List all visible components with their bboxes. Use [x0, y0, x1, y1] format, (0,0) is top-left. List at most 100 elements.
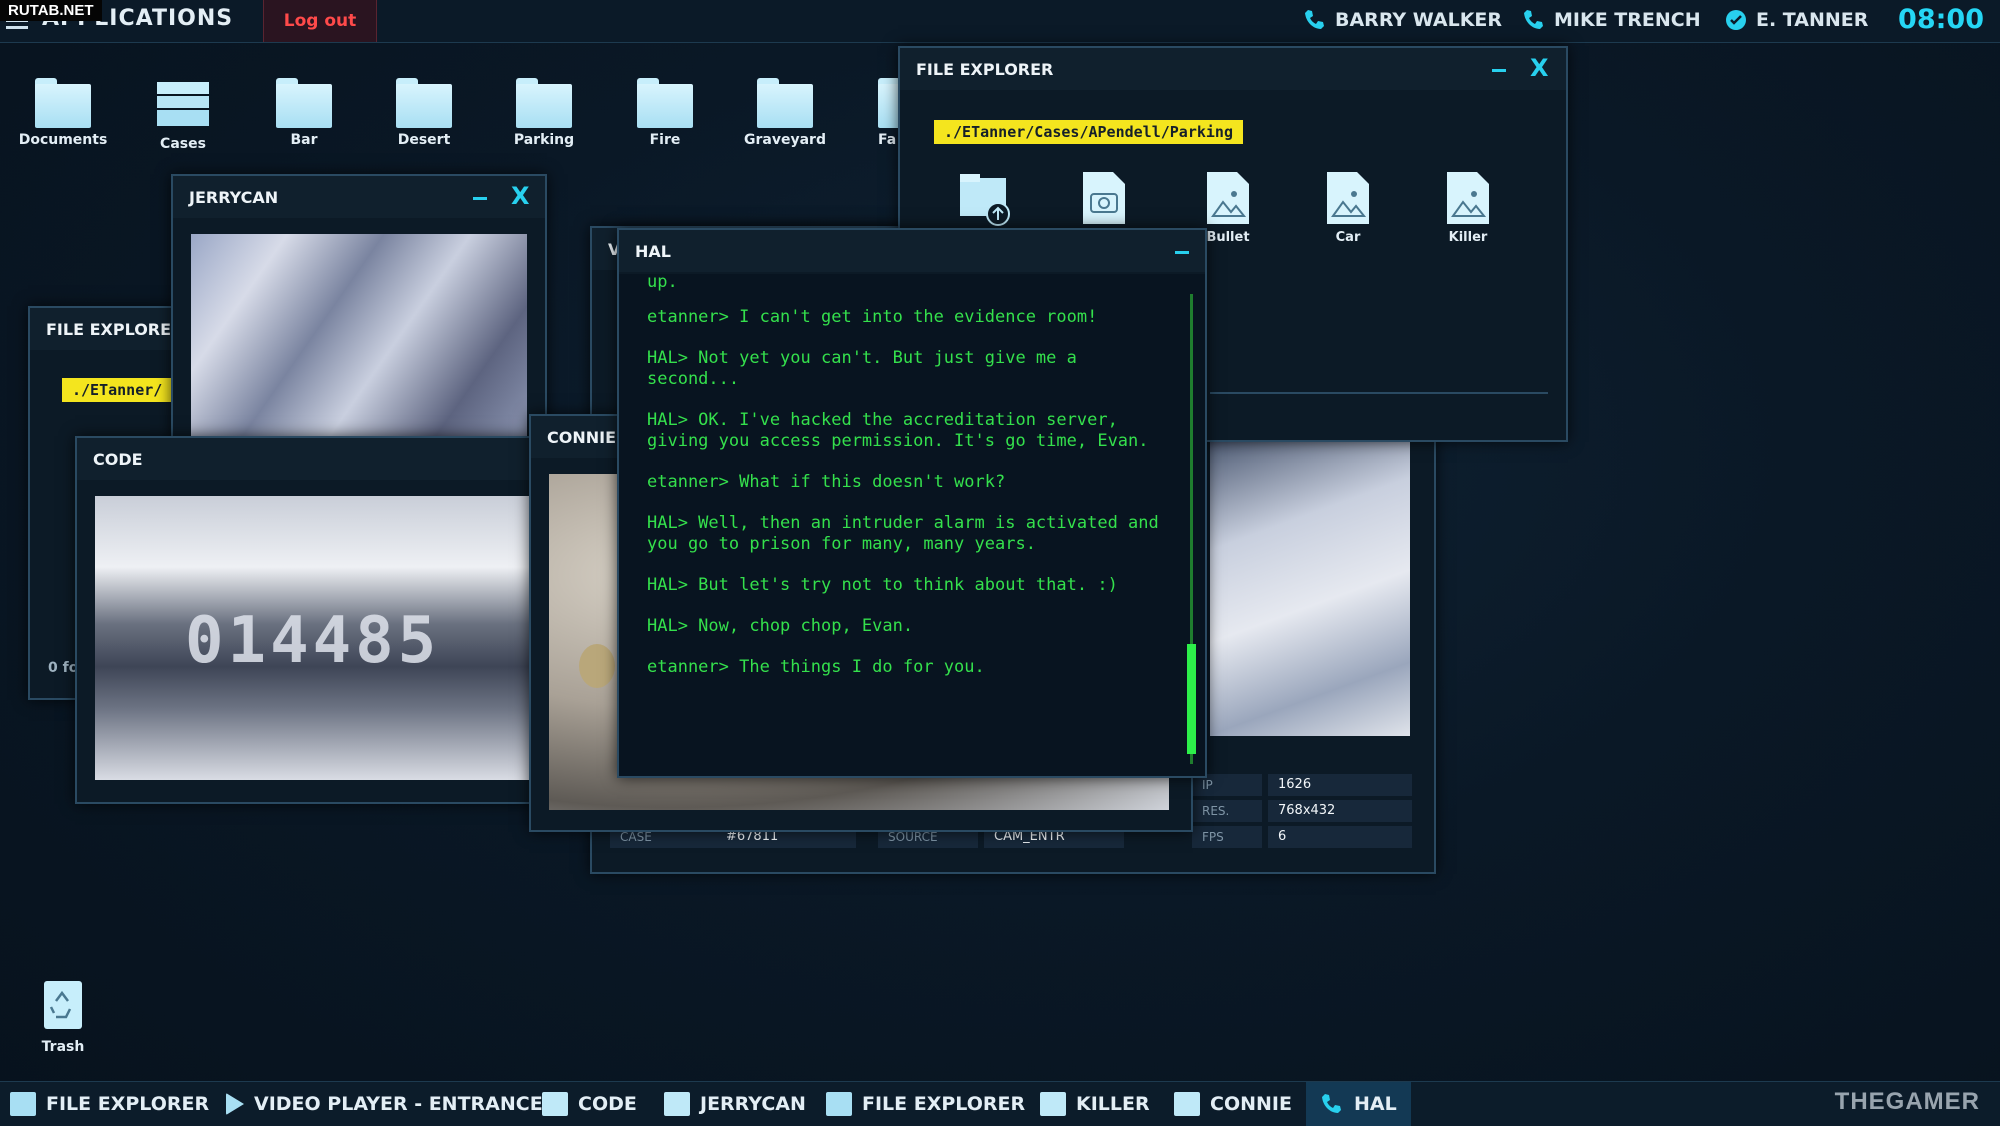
- icon-label: Bar: [290, 132, 318, 148]
- image-file-icon: [1447, 172, 1489, 224]
- task-code[interactable]: CODE: [542, 1082, 637, 1126]
- terminal-line: HAL> OK. I've hacked the accreditation s…: [647, 410, 1149, 451]
- terminal-log: up. etanner> I can't get into the eviden…: [647, 272, 1169, 698]
- terminal-line: HAL> Not yet you can't. But just give me…: [647, 348, 1088, 389]
- desktop-icon-cases[interactable]: Cases: [128, 78, 238, 152]
- brand-watermark: THEGAMER: [1834, 1088, 1980, 1115]
- file-label: Car: [1335, 230, 1361, 245]
- window-title: HAL: [635, 241, 671, 261]
- trash-recycle-icon: [44, 981, 82, 1029]
- image-icon: [1040, 1092, 1066, 1116]
- window-titlebar[interactable]: JERRYCAN X: [173, 176, 545, 218]
- window-title: CONNIE: [547, 427, 617, 447]
- desktop-icon-graveyard[interactable]: Graveyard: [730, 78, 840, 148]
- jerrycan-window[interactable]: JERRYCAN X: [171, 174, 547, 448]
- logout-button[interactable]: Log out: [263, 0, 377, 42]
- task-label: CONNIE: [1210, 1093, 1292, 1115]
- info-label-fps: FPS: [1192, 826, 1262, 848]
- window-titlebar[interactable]: FILE EXPLORER: [30, 308, 190, 350]
- minimize-button[interactable]: [1492, 69, 1506, 72]
- cases-drawer-icon: [157, 82, 209, 126]
- icon-label: Parking: [513, 132, 575, 148]
- camera-file-item[interactable]: [1076, 170, 1132, 230]
- desktop-icon-desert[interactable]: Desert: [369, 78, 479, 148]
- window-titlebar[interactable]: HAL: [619, 230, 1205, 272]
- image-file-icon: [1207, 172, 1249, 224]
- clock: 08:00: [1898, 4, 1984, 35]
- close-button[interactable]: X: [1530, 54, 1549, 82]
- folder-icon: [878, 78, 898, 128]
- plate-text: 014485: [185, 604, 441, 678]
- icon-label: Fa: [878, 132, 897, 148]
- task-hal[interactable]: HAL: [1306, 1082, 1411, 1126]
- terminal-line: etanner> The things I do for you.: [647, 657, 985, 677]
- desktop-icon-partial[interactable]: Fa: [848, 78, 898, 148]
- file-item-car[interactable]: Car: [1310, 170, 1386, 245]
- path-bar[interactable]: ./ETanner/: [62, 378, 173, 402]
- play-icon: [226, 1093, 244, 1115]
- icon-label: Desert: [397, 132, 451, 148]
- folder-icon: [516, 78, 572, 128]
- info-value-ip: 1626: [1268, 774, 1412, 796]
- file-item-killer[interactable]: Killer: [1430, 170, 1506, 245]
- terminal-body[interactable]: up. etanner> I can't get into the eviden…: [619, 272, 1205, 776]
- icon-label: Fire: [649, 132, 681, 148]
- task-label: VIDEO PLAYER - ENTRANCE: [254, 1093, 543, 1115]
- task-video-player-entrance[interactable]: VIDEO PLAYER - ENTRANCE: [226, 1082, 543, 1126]
- upload-folder-item[interactable]: [956, 170, 1012, 230]
- folder-icon: [276, 78, 332, 128]
- documents-folder-icon: [35, 78, 91, 128]
- window-titlebar[interactable]: CODE: [77, 438, 537, 480]
- watermark: RUTAB.NET: [0, 0, 102, 21]
- scrollbar-thumb[interactable]: [1187, 644, 1196, 754]
- folder-upload-icon: [960, 174, 1010, 226]
- file-label: Killer: [1448, 230, 1488, 245]
- minimize-button[interactable]: [1175, 251, 1189, 254]
- task-label: FILE EXPLORER: [862, 1093, 1026, 1115]
- user-e-tanner[interactable]: E. TANNER: [1724, 8, 1868, 32]
- phone-icon: [1524, 10, 1543, 29]
- user-name: E. TANNER: [1756, 9, 1869, 31]
- close-button[interactable]: X: [511, 182, 530, 210]
- icon-label: Graveyard: [744, 132, 826, 148]
- terminal-line: HAL> Well, then an intruder alarm is act…: [647, 513, 1169, 554]
- desktop-icon-documents[interactable]: Documents: [8, 78, 118, 148]
- code-window[interactable]: CODE 014485: [75, 436, 539, 804]
- desktop-icon-fire[interactable]: Fire: [610, 78, 720, 148]
- phone-icon: [1322, 1094, 1341, 1113]
- task-jerrycan[interactable]: JERRYCAN: [664, 1082, 806, 1126]
- contact-mike-trench[interactable]: MIKE TRENCH: [1522, 8, 1701, 32]
- folder-icon: [396, 78, 452, 128]
- task-label: FILE EXPLORER: [46, 1093, 210, 1115]
- contact-barry-walker[interactable]: BARRY WALKER: [1303, 8, 1502, 32]
- terminal-line: etanner> What if this doesn't work?: [647, 472, 1006, 492]
- ring-detail: [579, 644, 615, 688]
- desktop-icon-parking[interactable]: Parking: [489, 78, 599, 148]
- desktop-icon-trash[interactable]: Trash: [8, 975, 118, 1055]
- task-file-explorer-2[interactable]: FILE EXPLORER: [826, 1082, 1025, 1126]
- video-frame: [1210, 440, 1410, 736]
- window-title: FILE EXPLORER: [916, 59, 1054, 79]
- task-killer[interactable]: KILLER: [1040, 1082, 1150, 1126]
- terminal-line: up.: [647, 272, 678, 292]
- window-title: FILE EXPLORER: [46, 319, 184, 339]
- icon-label: Trash: [41, 1039, 85, 1055]
- icon-label: Cases: [160, 136, 206, 152]
- contact-name: BARRY WALKER: [1335, 9, 1503, 31]
- terminal-line: HAL> But let's try not to think about th…: [647, 575, 1118, 595]
- image-file-icon: [1327, 172, 1369, 224]
- hal-terminal-window[interactable]: HAL up. etanner> I can't get into the ev…: [617, 228, 1207, 778]
- task-connie[interactable]: CONNIE: [1174, 1082, 1292, 1126]
- image-icon: [664, 1092, 690, 1116]
- task-file-explorer[interactable]: FILE EXPLORER: [10, 1082, 209, 1126]
- folder-icon: [10, 1092, 36, 1116]
- window-titlebar[interactable]: FILE EXPLORER X: [900, 48, 1566, 90]
- jerrycan-image: [191, 234, 527, 444]
- path-bar[interactable]: ./ETanner/Cases/APendell/Parking: [934, 120, 1243, 144]
- icon-label: Documents: [18, 132, 108, 148]
- minimize-button[interactable]: [473, 197, 487, 200]
- verified-badge-icon: [1726, 10, 1746, 30]
- folder-icon: [757, 78, 813, 128]
- desktop-icon-bar[interactable]: Bar: [249, 78, 359, 148]
- task-label: KILLER: [1076, 1093, 1150, 1115]
